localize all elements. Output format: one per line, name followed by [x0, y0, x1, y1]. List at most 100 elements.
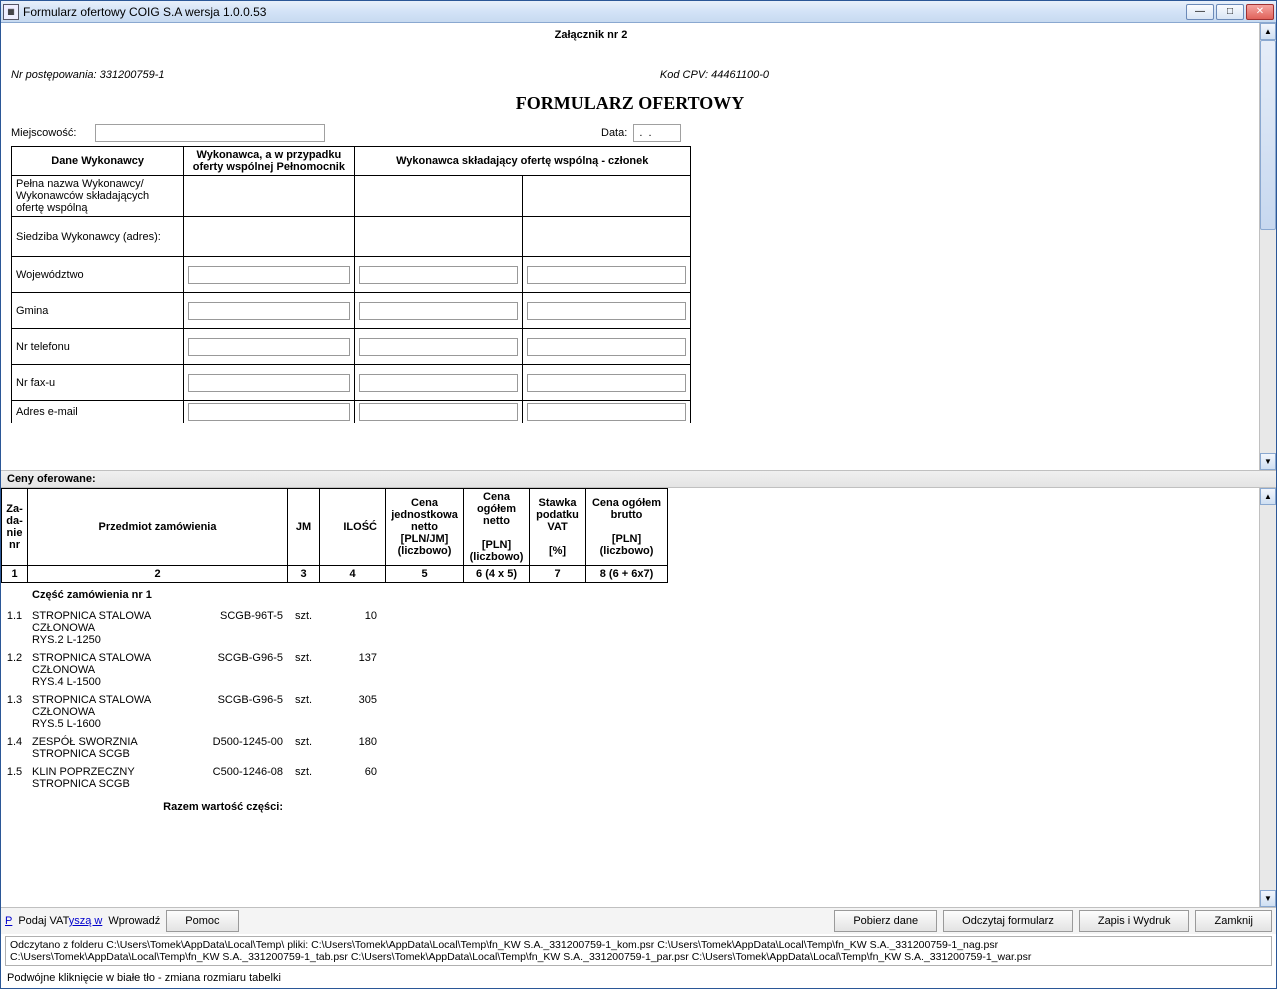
grid-scrollbar[interactable]: ▲ ▼: [1259, 488, 1276, 907]
app-icon: ▦: [3, 4, 19, 20]
commune-input-1[interactable]: [188, 302, 349, 320]
item-vat[interactable]: [530, 607, 586, 649]
wprowadz-text: Wprowadź: [108, 915, 160, 927]
col-subject: Przedmiot zamówienia: [28, 489, 288, 566]
province-input-2[interactable]: [359, 266, 518, 284]
item-nr: 1.3: [2, 691, 28, 733]
num-5: 5: [386, 566, 464, 583]
email-input-2[interactable]: [359, 403, 518, 421]
locality-input[interactable]: [95, 124, 325, 142]
item-subject: ZESPÓŁ SWORZNIAD500-1245-00STROPNICA SCG…: [28, 733, 288, 763]
odczytaj-formularz-button[interactable]: Odczytaj formularz: [943, 910, 1073, 932]
province-input-1[interactable]: [188, 266, 349, 284]
row-address-label: Siedziba Wykonawcy (adres):: [12, 217, 184, 257]
maximize-button[interactable]: □: [1216, 4, 1244, 20]
table-row[interactable]: 1.1STROPNICA STALOWA CZŁONOWASCGB-96T-5R…: [2, 607, 1259, 649]
phone-input-2[interactable]: [359, 338, 518, 356]
commune-input-3[interactable]: [527, 302, 686, 320]
item-unit-price[interactable]: [386, 649, 464, 691]
scroll-thumb[interactable]: [1260, 40, 1276, 230]
email-input-3[interactable]: [527, 403, 686, 421]
item-net: [464, 607, 530, 649]
item-subject: STROPNICA STALOWA CZŁONOWASCGB-G96-5RYS.…: [28, 691, 288, 733]
fax-input-1[interactable]: [188, 374, 349, 392]
form-scrollbar[interactable]: ▲ ▼: [1259, 23, 1276, 470]
col-dane: Dane Wykonawcy: [12, 147, 184, 176]
proceeding-no: Nr postępowania: 331200759-1: [11, 69, 165, 81]
item-subject: STROPNICA STALOWA CZŁONOWASCGB-G96-5RYS.…: [28, 649, 288, 691]
grid-scroll-down-icon[interactable]: ▼: [1260, 890, 1276, 907]
item-unit-price[interactable]: [386, 607, 464, 649]
item-nr: 1.2: [2, 649, 28, 691]
row-commune-label: Gmina: [12, 293, 184, 329]
log-line-2: C:\Users\Tomek\AppData\Local\Temp\fn_KW …: [10, 951, 1267, 963]
fax-input-2[interactable]: [359, 374, 518, 392]
item-unit-price[interactable]: [386, 733, 464, 763]
col-net: Cena ogółem netto [PLN] (liczbowo): [464, 489, 530, 566]
attachment-heading: Załącznik nr 2: [491, 29, 691, 41]
log-textarea[interactable]: Odczytano z folderu C:\Users\Tomek\AppDa…: [5, 936, 1272, 966]
close-button[interactable]: ✕: [1246, 4, 1274, 20]
table-row[interactable]: 1.5KLIN POPRZECZNYC500-1246-08STROPNICA …: [2, 763, 1259, 793]
p-link[interactable]: P: [5, 915, 12, 927]
item-net: [464, 649, 530, 691]
email-input-1[interactable]: [188, 403, 349, 421]
col-qty: ILOŚĆ: [320, 489, 386, 566]
titlebar: ▦ Formularz ofertowy COIG S.A wersja 1.0…: [1, 1, 1276, 23]
item-vat[interactable]: [530, 763, 586, 793]
hint-text: Podwójne kliknięcie w białe tło - zmiana…: [1, 968, 1276, 988]
item-gross: [586, 733, 668, 763]
item-jm: szt.: [288, 763, 320, 793]
zamknij-button[interactable]: Zamknij: [1195, 910, 1272, 932]
table-row[interactable]: 1.2STROPNICA STALOWA CZŁONOWASCGB-G96-5R…: [2, 649, 1259, 691]
phone-input-1[interactable]: [188, 338, 349, 356]
commune-input-2[interactable]: [359, 302, 518, 320]
num-1: 1: [2, 566, 28, 583]
row-fullname-label: Pełna nazwa Wykonawcy/ Wykonawców składa…: [12, 176, 184, 217]
item-vat[interactable]: [530, 691, 586, 733]
price-grid: Za- da- nie nr Przedmiot zamówienia JM I…: [1, 488, 1259, 815]
bottom-toolbar: P Podaj VATyszą w Wprowadź Pomoc Pobierz…: [1, 907, 1276, 934]
item-vat[interactable]: [530, 733, 586, 763]
item-unit-price[interactable]: [386, 763, 464, 793]
table-row[interactable]: 1.3STROPNICA STALOWA CZŁONOWASCGB-G96-5R…: [2, 691, 1259, 733]
col-member: Wykonawca składający ofertę wspólną - cz…: [354, 147, 691, 176]
item-jm: szt.: [288, 691, 320, 733]
vat-text: Podaj VATyszą w: [18, 915, 102, 927]
item-vat[interactable]: [530, 649, 586, 691]
date-input[interactable]: [633, 124, 681, 142]
col-nr: Za- da- nie nr: [2, 489, 28, 566]
item-qty: 60: [320, 763, 386, 793]
all-link[interactable]: yszą w: [69, 915, 103, 927]
phone-input-3[interactable]: [527, 338, 686, 356]
item-jm: szt.: [288, 607, 320, 649]
num-7: 7: [530, 566, 586, 583]
item-qty: 137: [320, 649, 386, 691]
fax-input-3[interactable]: [527, 374, 686, 392]
item-jm: szt.: [288, 733, 320, 763]
item-net: [464, 763, 530, 793]
pomoc-button[interactable]: Pomoc: [166, 910, 238, 932]
province-input-3[interactable]: [527, 266, 686, 284]
col-jm: JM: [288, 489, 320, 566]
item-gross: [586, 691, 668, 733]
pobierz-dane-button[interactable]: Pobierz dane: [834, 910, 937, 932]
scroll-up-icon[interactable]: ▲: [1260, 23, 1276, 40]
scroll-down-icon[interactable]: ▼: [1260, 453, 1276, 470]
item-gross: [586, 607, 668, 649]
item-qty: 10: [320, 607, 386, 649]
date-label: Data:: [601, 127, 627, 139]
zapis-wydruk-button[interactable]: Zapis i Wydruk: [1079, 910, 1190, 932]
item-unit-price[interactable]: [386, 691, 464, 733]
row-phone-label: Nr telefonu: [12, 329, 184, 365]
row-fax-label: Nr fax-u: [12, 365, 184, 401]
item-nr: 1.1: [2, 607, 28, 649]
grid-scroll-up-icon[interactable]: ▲: [1260, 488, 1276, 505]
row-province-label: Województwo: [12, 257, 184, 293]
total-label: Razem wartość części:: [28, 793, 288, 815]
col-vat: Stawka podatku VAT [%]: [530, 489, 586, 566]
table-row[interactable]: 1.4ZESPÓŁ SWORZNIAD500-1245-00STROPNICA …: [2, 733, 1259, 763]
minimize-button[interactable]: —: [1186, 4, 1214, 20]
form-panel: Załącznik nr 2 Nr postępowania: 33120075…: [1, 23, 1259, 470]
item-subject: KLIN POPRZECZNYC500-1246-08STROPNICA SCG…: [28, 763, 288, 793]
